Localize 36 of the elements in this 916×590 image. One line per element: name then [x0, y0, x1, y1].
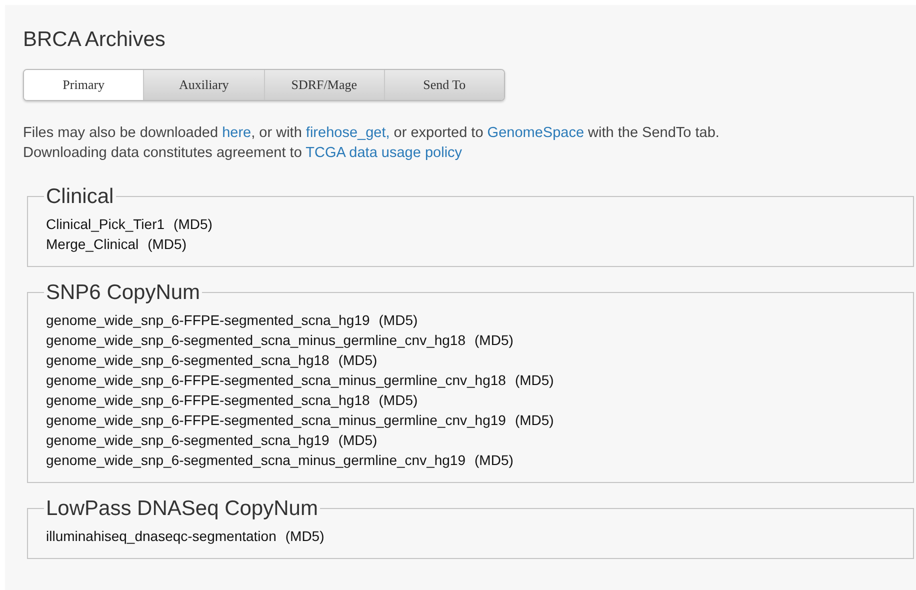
- file-name: genome_wide_snp_6-FFPE-segmented_scna_minus_germline_cnv_hg18: [46, 371, 506, 390]
- section-legend: SNP6 CopyNum: [44, 281, 202, 304]
- link[interactable]: GenomeSpace: [487, 125, 584, 142]
- description-text: Files may also be downloaded here, or with firehose_get, or exported to GenomeSpace with the SendTo tab.: [23, 124, 720, 144]
- file-name: Clinical_Pick_Tier1: [46, 215, 165, 234]
- file-name: illuminahiseq_dnaseqc-segmentation: [46, 527, 276, 546]
- checksum-label: (MD5): [338, 431, 378, 450]
- file-name: genome_wide_snp_6-segmented_scna_hg18: [46, 351, 330, 370]
- tab[interactable]: Auxiliary: [143, 70, 264, 100]
- file-name: genome_wide_snp_6-segmented_scna_hg19: [46, 431, 330, 450]
- file-name: Merge_Clinical: [46, 235, 139, 254]
- checksum-label: (MD5): [285, 527, 324, 546]
- file-name: genome_wide_snp_6-FFPE-segmented_scna_hg18: [46, 391, 370, 410]
- checksum-label: (MD5): [474, 331, 514, 350]
- tab[interactable]: Primary: [24, 70, 144, 100]
- section-legend: LowPass DNASeq CopyNum: [44, 497, 320, 520]
- checksum-label: (MD5): [474, 451, 514, 470]
- checksum-label: (MD5): [378, 311, 418, 330]
- checksum-label: (MD5): [378, 391, 418, 410]
- link[interactable]: firehose_get,: [306, 125, 390, 142]
- checksum-label: (MD5): [174, 215, 212, 234]
- file-name: genome_wide_snp_6-segmented_scna_minus_germline_cnv_hg18: [46, 331, 466, 350]
- file-name: genome_wide_snp_6-segmented_scna_minus_germline_cnv_hg19: [46, 451, 466, 470]
- tab[interactable]: Send To: [384, 70, 504, 100]
- checksum-label: (MD5): [514, 371, 554, 390]
- section-legend: Clinical: [44, 185, 116, 208]
- description-text: Downloading data constitutes agreement to TCGA data usage policy: [23, 144, 464, 164]
- page-title: BRCA Archives: [23, 27, 166, 52]
- tab[interactable]: SDRF/Mage: [264, 70, 384, 100]
- checksum-label: (MD5): [148, 235, 186, 254]
- link[interactable]: here: [222, 125, 252, 142]
- checksum-label: (MD5): [514, 411, 554, 430]
- file-name: genome_wide_snp_6-FFPE-segmented_scna_minus_germline_cnv_hg19: [46, 411, 506, 430]
- file-name: genome_wide_snp_6-FFPE-segmented_scna_hg19: [46, 311, 370, 330]
- checksum-label: (MD5): [338, 351, 378, 370]
- link[interactable]: TCGA data usage policy: [306, 145, 462, 162]
